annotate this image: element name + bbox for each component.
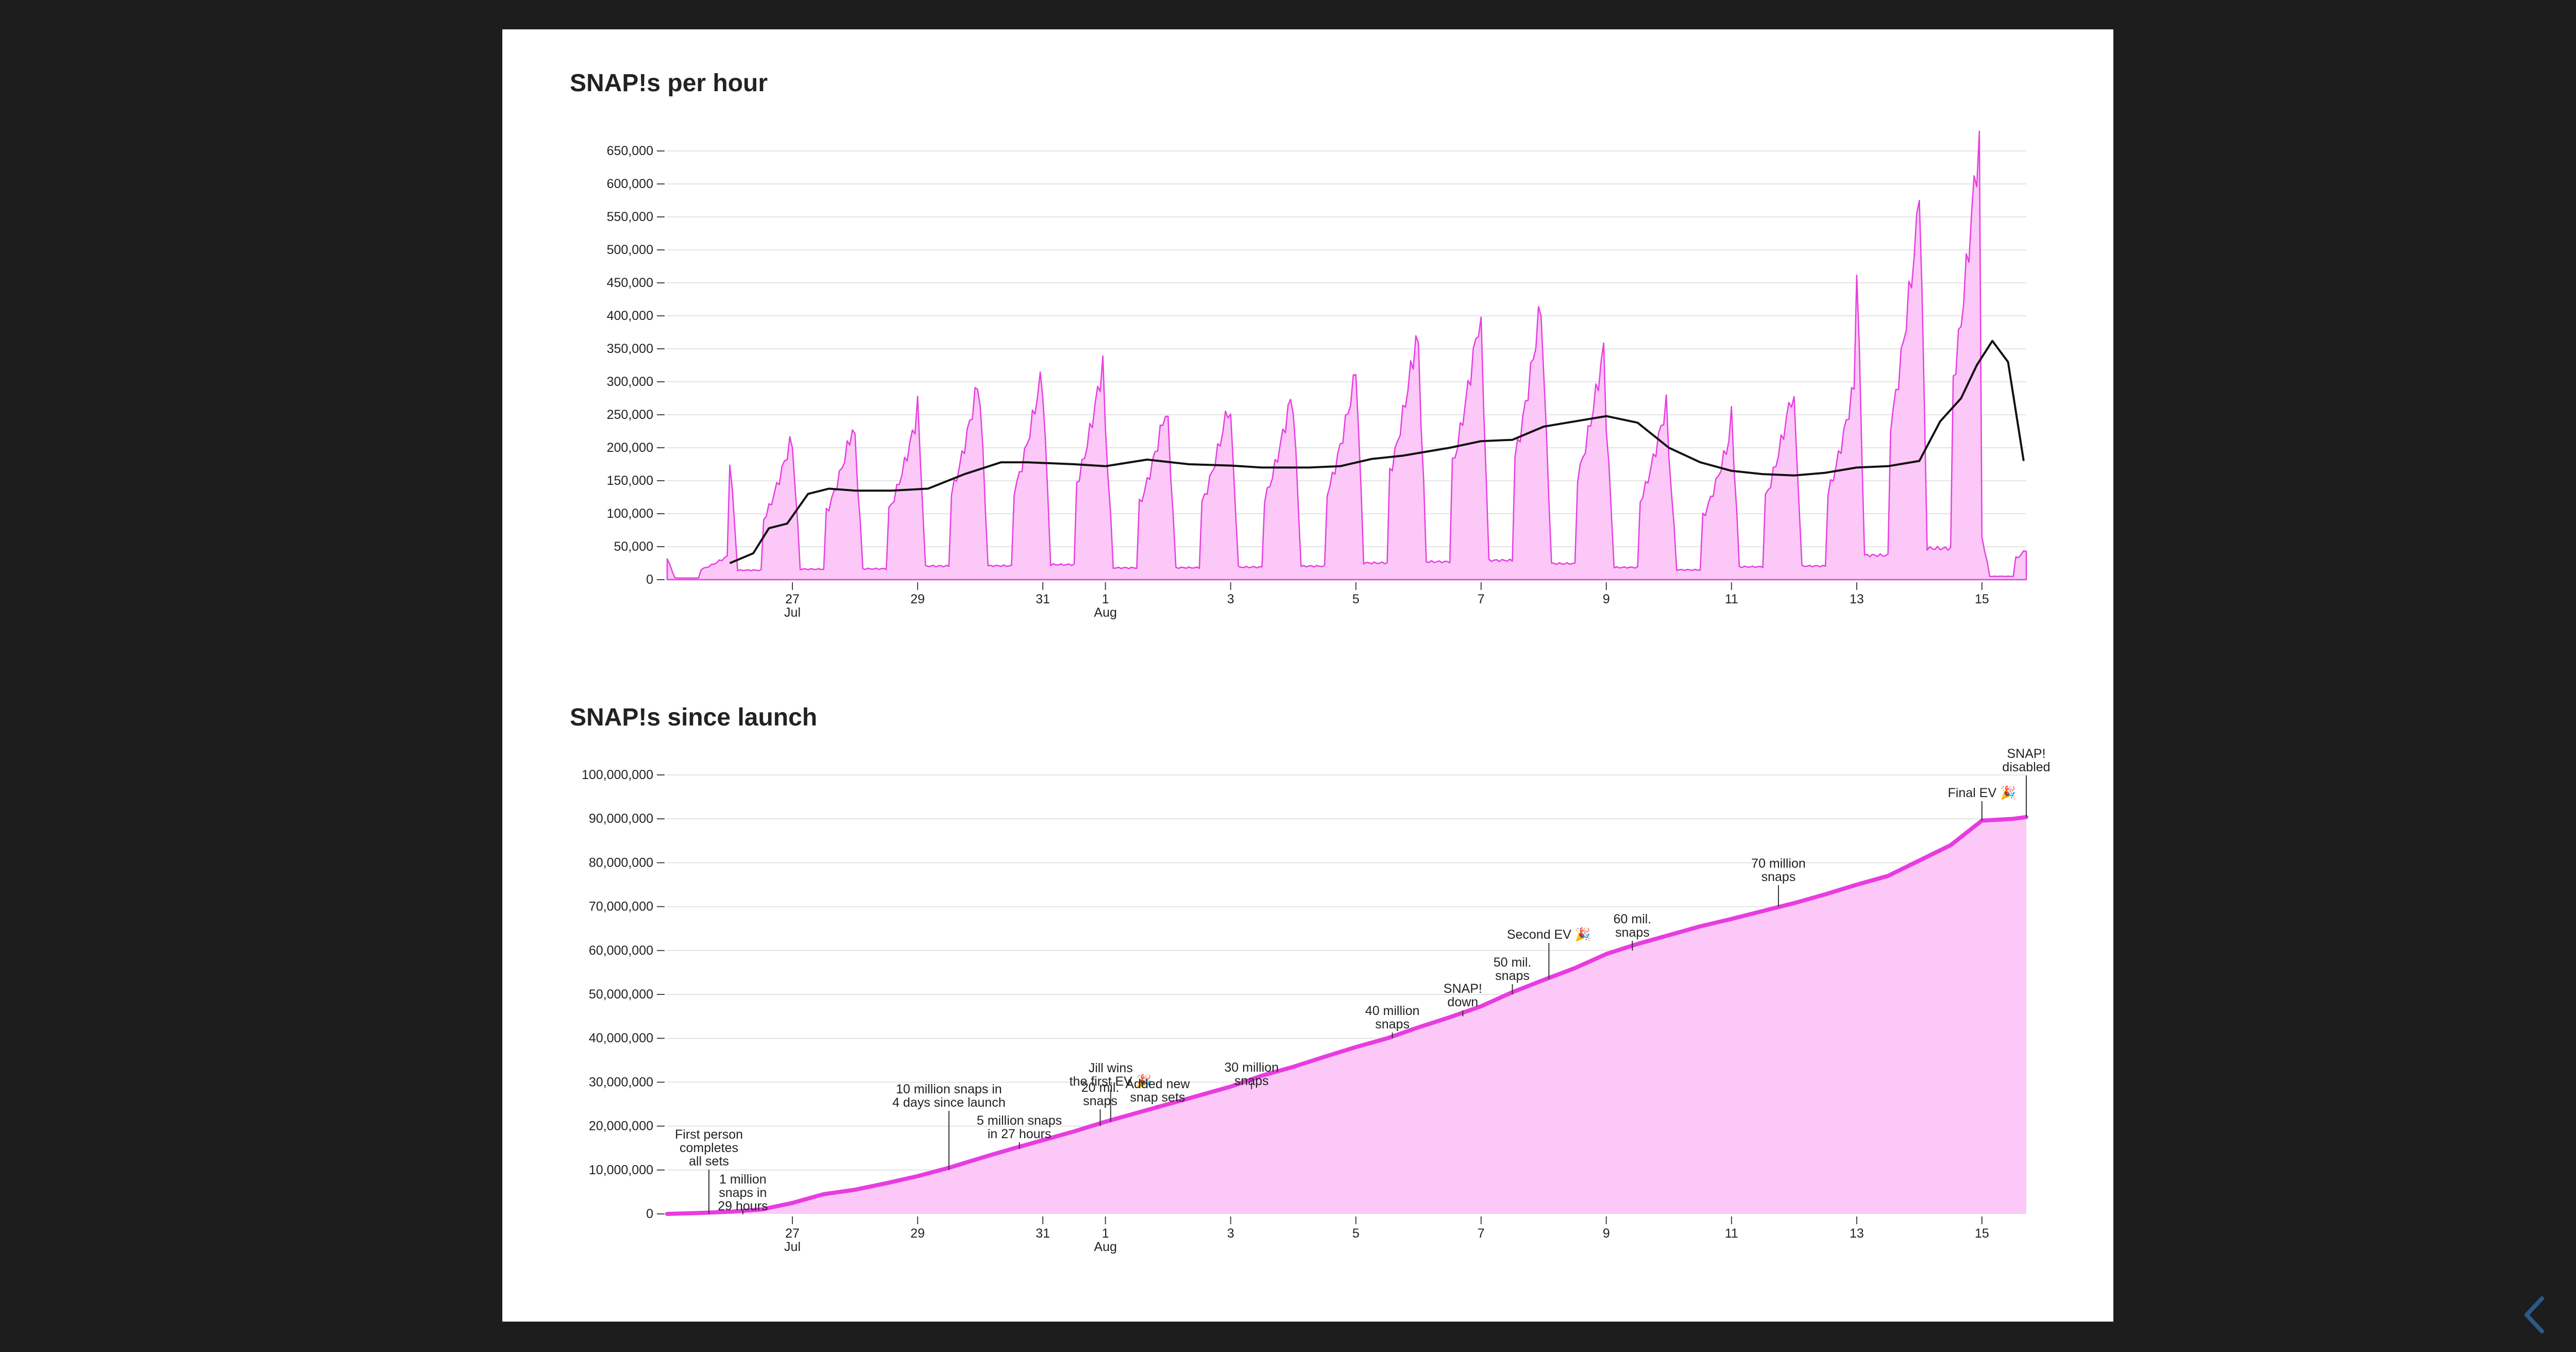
annotation-line: snaps	[1615, 925, 1650, 940]
annotation-line: 50 mil.	[1494, 955, 1532, 970]
annotation-line: 29 hours	[718, 1199, 768, 1213]
y-tick-label: 100,000,000	[582, 768, 653, 782]
annotation-label: 60 mil. snaps	[1614, 912, 1652, 940]
annotation-line: 10 million snaps in	[896, 1082, 1002, 1096]
annotation-label: 1 million snaps in 29 hours	[718, 1172, 768, 1213]
annotation-line: 1 million	[719, 1172, 767, 1187]
snaps-since-launch-chart: 0 10,000,000 20,000,000 30,000,000 40,000,00…	[582, 747, 2050, 1254]
annotation-line: SNAP!	[2007, 747, 2045, 761]
annotation-label: 10 million snaps in 4 days since launch	[892, 1082, 1006, 1110]
annotation-line: 4 days since launch	[892, 1095, 1006, 1110]
annotation-line: snaps	[1761, 870, 1796, 884]
annotation-line: snaps in	[719, 1186, 767, 1200]
annotation-line: Second EV 🎉	[1507, 927, 1591, 942]
slide: SNAP!s per hour SNAP!s since launch 0 50,…	[502, 29, 2113, 1322]
annotation-line: all sets	[689, 1154, 729, 1169]
annotation-label: Final EV 🎉	[1948, 785, 2016, 801]
annotation-label: Added new snap sets	[1125, 1077, 1190, 1105]
x-tick-label: 31	[1036, 1226, 1050, 1241]
annotation-label: SNAP! down	[1444, 982, 1482, 1009]
y-tick-label: 0	[646, 1207, 653, 1221]
annotation-line: in 27 hours	[988, 1127, 1052, 1141]
annotation-line: snaps	[1083, 1094, 1117, 1108]
y-tick-label: 70,000,000	[589, 900, 653, 914]
annotation-label: SNAP! disabled	[2002, 747, 2050, 774]
x-tick-label: 7	[1478, 1226, 1485, 1241]
y-tick-label: 60,000,000	[589, 943, 653, 958]
annotation-line: 70 million	[1751, 856, 1806, 871]
x-tick-label: 3	[1227, 1226, 1234, 1241]
cumulative-area	[667, 817, 2026, 1214]
x-tick-label: 29	[910, 1226, 925, 1241]
annotation-label: 40 million snaps	[1365, 1004, 1420, 1032]
chevron-right-icon	[2571, 1294, 2576, 1336]
x-tick-label: 5	[1352, 1226, 1360, 1241]
annotation-line: 40 million	[1365, 1004, 1420, 1018]
annotation-line: 5 million snaps	[977, 1113, 1062, 1128]
annotation-line: snaps	[1495, 969, 1530, 983]
y-tick-label: 90,000,000	[589, 812, 653, 826]
x-tick-label: 27	[785, 1226, 800, 1241]
annotation-label: First person completes all sets	[675, 1127, 743, 1169]
x-tick-label: 11	[1725, 1226, 1738, 1241]
y-tick-label: 10,000,000	[589, 1163, 653, 1177]
y-tick-label: 50,000,000	[589, 987, 653, 1002]
annotation-line: 30 million	[1224, 1060, 1279, 1075]
annotation-line: completes	[680, 1141, 738, 1155]
annotation-line: Final EV 🎉	[1948, 785, 2016, 801]
annotation-line: down	[1447, 995, 1478, 1009]
x-tick-label: 9	[1603, 1226, 1610, 1241]
annotation-line: 60 mil.	[1614, 912, 1652, 926]
x-tick-label: 1	[1102, 1226, 1109, 1241]
annotation-line: SNAP!	[1444, 982, 1482, 996]
next-slide-button[interactable]	[2568, 1292, 2576, 1338]
annotation-label: Second EV 🎉	[1507, 927, 1591, 942]
annotation-line: snaps	[1375, 1017, 1410, 1032]
annotation-label: 50 mil. snaps	[1494, 955, 1532, 983]
y-tick-label: 30,000,000	[589, 1075, 653, 1089]
annotation-line: Added new	[1125, 1077, 1190, 1091]
annotation-line: disabled	[2002, 760, 2050, 774]
annotation-line: snaps	[1234, 1074, 1269, 1088]
previous-slide-button[interactable]	[2517, 1292, 2553, 1338]
x-tick-label: 13	[1850, 1226, 1864, 1241]
y-tick-label: 20,000,000	[589, 1119, 653, 1134]
annotation-line: First person	[675, 1127, 743, 1142]
annotation-line: snap sets	[1130, 1090, 1185, 1105]
y-tick-label: 80,000,000	[589, 855, 653, 870]
y-tick-label: 40,000,000	[589, 1031, 653, 1045]
x-tick-label: 15	[1975, 1226, 1989, 1241]
annotation-label: 70 million snaps	[1751, 856, 1806, 884]
annotation-line: Jill wins	[1089, 1061, 1133, 1075]
chevron-left-icon	[2524, 1296, 2544, 1333]
x-tick-sublabel: Aug	[1094, 1240, 1116, 1254]
x-tick-sublabel: Jul	[784, 1240, 801, 1254]
annotation-label: 5 million snaps in 27 hours	[977, 1113, 1062, 1141]
